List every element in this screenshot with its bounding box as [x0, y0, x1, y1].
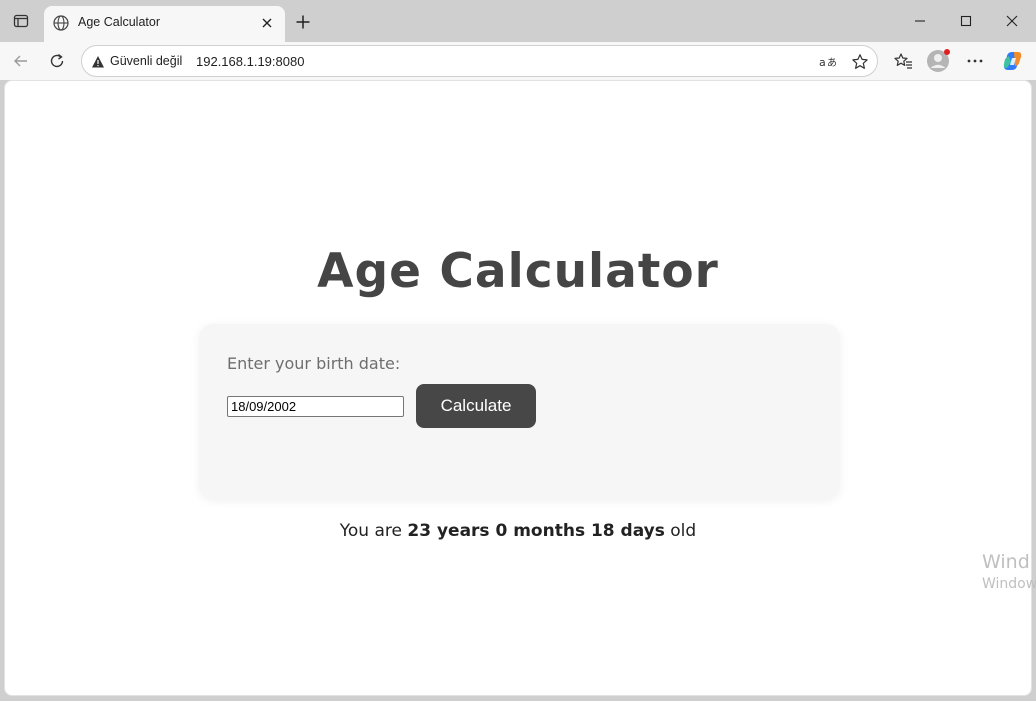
page-viewport: Age Calculator Enter your birth date: Ca…: [4, 80, 1032, 696]
browser-toolbar: Güvenli değil 192.168.1.19:8080 aあ: [0, 42, 1036, 80]
warning-icon[interactable]: [91, 54, 105, 68]
page-title: Age Calculator: [317, 244, 719, 299]
url-text[interactable]: 192.168.1.19:8080: [196, 54, 304, 69]
more-icon[interactable]: [960, 47, 990, 75]
watermark-line2: Window: [982, 576, 1036, 592]
favorites-icon[interactable]: [888, 47, 918, 75]
plus-icon[interactable]: [290, 9, 316, 35]
birthdate-input[interactable]: [227, 396, 404, 417]
result-suffix: old: [670, 521, 697, 541]
refresh-icon[interactable]: [42, 47, 72, 75]
arrow-left-icon[interactable]: [6, 47, 36, 75]
result-value: 23 years 0 months 18 days: [407, 521, 665, 541]
svg-text:a: a: [819, 56, 826, 69]
svg-text:あ: あ: [827, 57, 837, 69]
address-bar[interactable]: Güvenli değil 192.168.1.19:8080 aあ: [81, 45, 878, 77]
calculate-button[interactable]: Calculate: [416, 384, 536, 428]
close-icon[interactable]: [257, 13, 277, 33]
result-prefix: You are: [339, 521, 402, 541]
read-aloud-icon[interactable]: aあ: [817, 51, 839, 73]
age-result: You are 23 years 0 months 18 days old: [5, 521, 1031, 541]
close-window-icon[interactable]: [990, 6, 1034, 36]
browser-titlebar: Age Calculator: [0, 0, 1036, 42]
star-icon[interactable]: [849, 51, 871, 73]
avatar-icon[interactable]: [923, 47, 953, 75]
browser-tab[interactable]: Age Calculator: [44, 6, 285, 42]
copilot-icon[interactable]: [997, 47, 1027, 75]
tab-title: Age Calculator: [78, 15, 160, 29]
globe-icon: [52, 14, 70, 32]
activation-watermark: Wind Window: [982, 551, 1036, 592]
maximize-icon[interactable]: [944, 6, 988, 36]
tab-actions-icon[interactable]: [8, 8, 34, 34]
birthdate-form-card: Enter your birth date: Calculate: [199, 324, 840, 499]
watermark-line1: Wind: [982, 551, 1030, 573]
minimize-icon[interactable]: [898, 6, 942, 36]
security-label[interactable]: Güvenli değil: [110, 54, 182, 68]
birthdate-label: Enter your birth date:: [227, 354, 401, 373]
